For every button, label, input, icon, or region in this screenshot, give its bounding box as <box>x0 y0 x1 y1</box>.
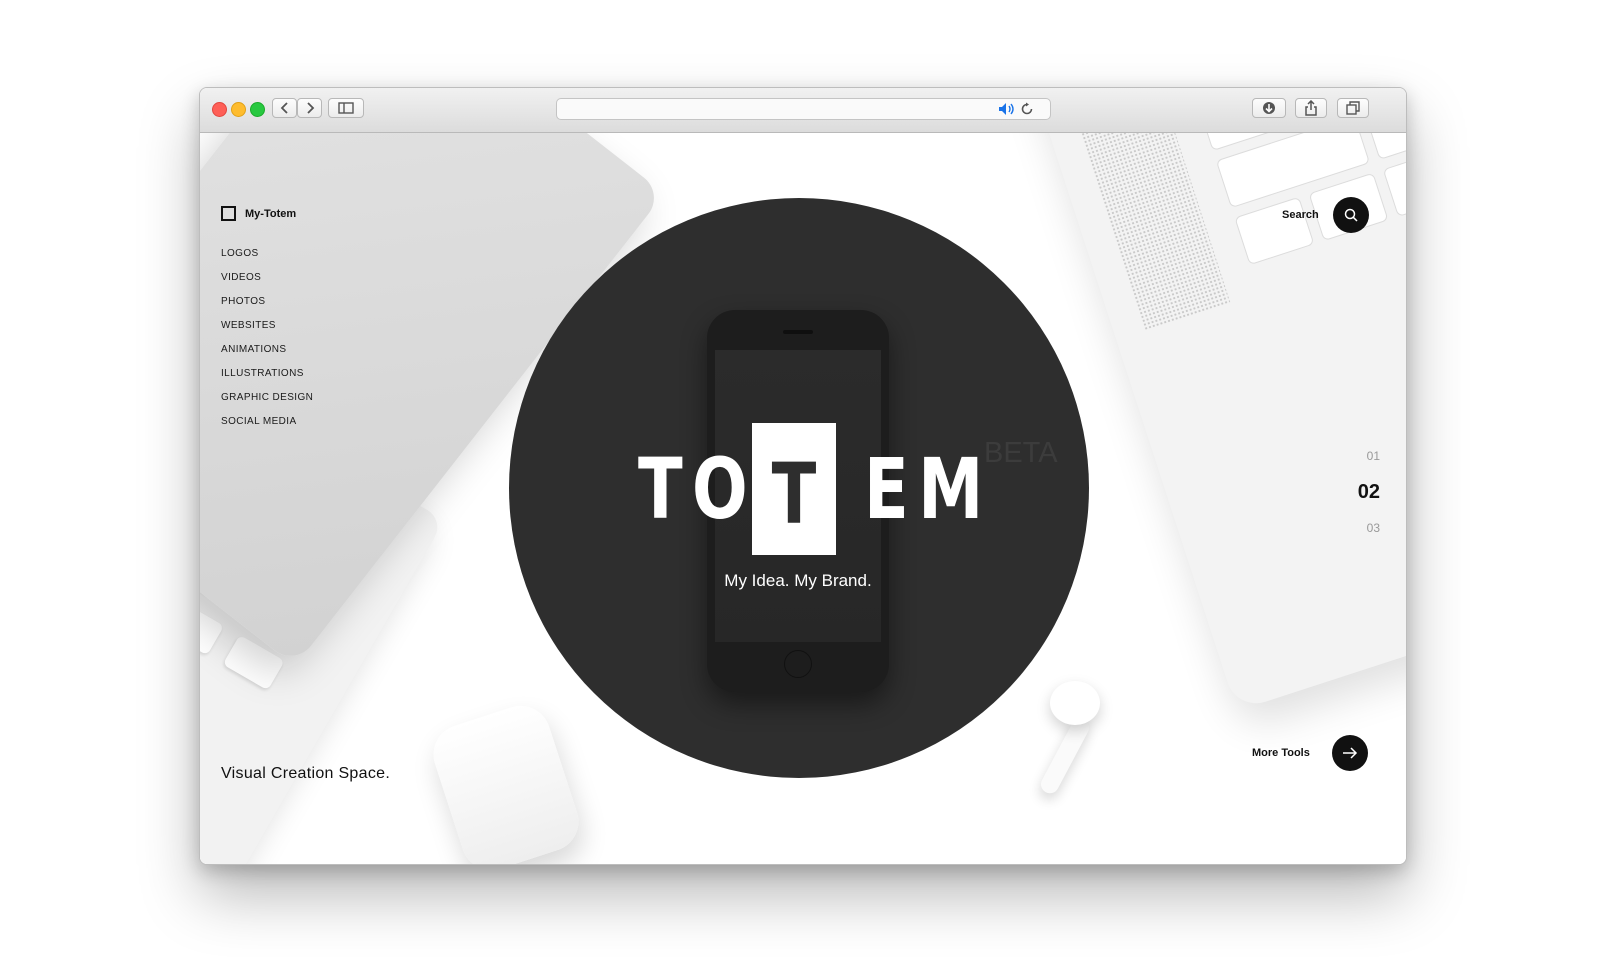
brand-name: My-Totem <box>245 207 297 220</box>
watch-image <box>425 698 587 864</box>
logo-text-left: TO <box>638 440 758 538</box>
maximize-window-button[interactable] <box>250 102 265 117</box>
nav-item-logos[interactable]: LOGOS <box>221 242 313 266</box>
nav-item-websites[interactable]: WEBSITES <box>221 314 313 338</box>
share-button[interactable] <box>1295 98 1327 118</box>
arrow-right-icon <box>1342 747 1357 759</box>
search-icon <box>1344 208 1358 222</box>
airpod-stem-image <box>1037 715 1093 797</box>
minimize-window-button[interactable] <box>231 102 246 117</box>
nav-item-social-media[interactable]: SOCIAL MEDIA <box>221 410 313 434</box>
search-button[interactable] <box>1332 197 1369 233</box>
beta-badge: BETA <box>984 437 1058 469</box>
pager-item-03[interactable]: 03 <box>1320 510 1380 546</box>
share-icon <box>1305 100 1317 116</box>
reload-icon[interactable] <box>1020 102 1034 116</box>
nav-item-videos[interactable]: VIDEOS <box>221 266 313 290</box>
more-tools-label: More Tools <box>1252 747 1310 759</box>
more-tools-control[interactable]: More Tools <box>1252 735 1368 771</box>
slide-pager: 01 02 03 <box>1320 438 1380 546</box>
tabs-overview-button[interactable] <box>1337 98 1369 118</box>
close-window-button[interactable] <box>212 102 227 117</box>
nav-item-illustrations[interactable]: ILLUSTRATIONS <box>221 362 313 386</box>
nav-item-animations[interactable]: ANIMATIONS <box>221 338 313 362</box>
browser-titlebar <box>200 88 1406 133</box>
more-tools-button[interactable] <box>1331 735 1368 771</box>
nav-item-photos[interactable]: PHOTOS <box>221 290 313 314</box>
category-nav: LOGOS VIDEOS PHOTOS WEBSITES ANIMATIONS … <box>221 242 313 434</box>
back-button[interactable] <box>272 98 297 118</box>
sidebar-icon <box>338 102 354 114</box>
search-control[interactable]: Search <box>1282 197 1369 233</box>
pager-item-01[interactable]: 01 <box>1320 438 1380 474</box>
download-icon <box>1263 102 1275 114</box>
address-bar[interactable] <box>556 98 1051 120</box>
browser-window: TO T EM BETA My Idea. My Brand. My-Totem… <box>199 87 1407 865</box>
logo-wordmark: TO <box>638 423 758 555</box>
brand-square-icon <box>221 206 236 221</box>
slogan: Visual Creation Space. <box>221 765 391 782</box>
logo-box: T <box>752 423 836 555</box>
logo-box-letter: T <box>771 445 817 543</box>
nav-item-graphic-design[interactable]: GRAPHIC DESIGN <box>221 386 313 410</box>
chevron-right-icon <box>306 102 314 114</box>
sidebar-toggle-button[interactable] <box>328 98 364 118</box>
search-label: Search <box>1282 209 1319 221</box>
tabs-icon <box>1346 101 1360 115</box>
logo-text-right: EM <box>864 440 993 538</box>
pager-item-02[interactable]: 02 <box>1320 474 1380 510</box>
brand[interactable]: My-Totem <box>221 206 296 221</box>
forward-button[interactable] <box>297 98 322 118</box>
airpod-image <box>1050 681 1100 725</box>
hero-tagline: My Idea. My Brand. <box>724 571 872 590</box>
downloads-button[interactable] <box>1252 98 1286 118</box>
page-viewport: TO T EM BETA My Idea. My Brand. My-Totem… <box>200 133 1406 864</box>
chevron-left-icon <box>280 102 288 114</box>
speaker-icon[interactable] <box>998 102 1016 116</box>
